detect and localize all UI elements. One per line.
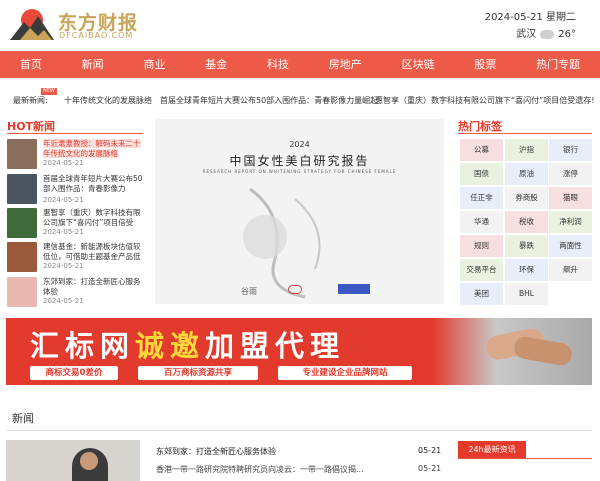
main-nav: 首页 新闻 商业 基金 科技 房地产 区块链 股票 热门专题 <box>0 51 600 78</box>
hot-tag[interactable]: 暴跌 <box>505 235 548 257</box>
hot-tag[interactable]: 沪指 <box>505 139 548 161</box>
nav-hot-topics[interactable]: 热门专题 <box>516 51 600 78</box>
hot-tag[interactable]: BHL <box>505 283 548 305</box>
hot-tag[interactable]: 原油 <box>505 163 548 185</box>
hot-news-thumbnail <box>7 208 37 238</box>
hot-tag[interactable]: 两面性 <box>549 235 592 257</box>
hot-tag[interactable]: 交易平台 <box>460 259 503 281</box>
logo-subtitle: DFCAIBAO.COM <box>59 31 134 40</box>
hot-tag[interactable]: 净利润 <box>549 211 592 233</box>
ticker-item[interactable]: 首届全球青年短片大赛公布50部入围作品：青春影像力量崛起 <box>160 95 378 106</box>
brand-seal-icon <box>288 285 302 294</box>
nav-tech[interactable]: 科技 <box>247 51 309 78</box>
news-thumbnail[interactable] <box>6 440 140 481</box>
site-header: 东方财报 DFCAIBAO.COM 2024-05-21 星期二 武汉 26° <box>0 0 600 50</box>
handshake-image <box>432 318 592 385</box>
hot-news-heading: HOT新闻 <box>7 120 56 133</box>
ticker-item[interactable]: 惠智享（重庆）数字科技有限公司旗下“喜闪付”项目倍受遗存! <box>375 95 595 106</box>
nav-business[interactable]: 商业 <box>124 51 186 78</box>
divider <box>6 430 592 431</box>
report-brand: 谷雨 <box>241 287 257 296</box>
site-logo[interactable]: 东方财报 DFCAIBAO.COM <box>8 4 138 44</box>
hot-tag[interactable]: 银行 <box>549 139 592 161</box>
hot-news-date: 2024-05-21 <box>43 262 84 270</box>
hot-news-thumbnail <box>7 277 37 307</box>
hot-tag[interactable]: 猫眼 <box>549 187 592 209</box>
ad-feature-pill: 专业建设企业品牌网站 <box>278 366 412 380</box>
news-date: 05-21 <box>418 464 442 473</box>
hand-icon <box>512 335 574 367</box>
ad-feature-pill: 商标交易0差价 <box>30 366 118 380</box>
weather-temperature: 26° <box>558 29 576 40</box>
hot-tag[interactable]: 美团 <box>460 283 503 305</box>
ticker-item[interactable]: 十年传统文化的发展脉络 <box>64 95 152 106</box>
person-face <box>80 452 98 470</box>
latest-news-tab[interactable]: 24h最新资讯 <box>458 441 526 458</box>
hot-tag[interactable]: 飙升 <box>549 259 592 281</box>
nav-realestate[interactable]: 房地产 <box>309 51 382 78</box>
divider <box>458 133 592 134</box>
hot-news-date: 2024-05-21 <box>43 159 84 167</box>
ticker-new-badge: NEW <box>41 88 57 95</box>
weather-city: 武汉 <box>516 29 537 40</box>
current-date: 2024-05-21 星期二 <box>484 12 576 23</box>
hot-tags-heading: 热门标签 <box>458 120 502 133</box>
report-subtitle: RESEARCH REPORT ON WHITENING STRATEGY FO… <box>202 169 397 174</box>
news-list-item[interactable]: 香港一带一路研究院特聘研究员向凌云：一带一路倡议揭... <box>156 464 364 475</box>
news-ticker: 最新新闻: NEW 十年传统文化的发展脉络 首届全球青年短片大赛公布50部入围作… <box>0 88 600 110</box>
hot-tag[interactable]: 环保 <box>505 259 548 281</box>
divider <box>7 133 143 134</box>
featured-report-image[interactable]: 2024 中国女性美白研究报告 RESEARCH REPORT ON WHITE… <box>155 119 444 304</box>
partner-logo-icon <box>338 284 370 294</box>
hot-tag[interactable]: 任正非 <box>460 187 503 209</box>
hot-tag[interactable]: 国债 <box>460 163 503 185</box>
nav-blockchain[interactable]: 区块链 <box>382 51 455 78</box>
hot-news-item[interactable]: 东郊到家：打造全新匠心服务体验 2024-05-21 <box>7 275 143 319</box>
hot-news-text: 建信基金：新能源板块估值较低位，可借助主题基金产品低 <box>43 242 141 261</box>
ticker-label: 最新新闻: <box>13 96 48 105</box>
hot-tag[interactable]: 华通 <box>460 211 503 233</box>
nav-fund[interactable]: 基金 <box>185 51 247 78</box>
hot-news-text: 东郊到家：打造全新匠心服务体验 <box>43 277 141 296</box>
nav-home[interactable]: 首页 <box>0 51 62 78</box>
news-section-heading: 新闻 <box>12 412 34 425</box>
mountain-sun-logo-icon <box>10 9 54 40</box>
hot-news-date: 2024-05-21 <box>43 196 84 204</box>
weather-widget: 武汉 26° <box>516 25 576 40</box>
report-year: 2024 <box>289 140 310 149</box>
cloud-icon <box>540 29 555 39</box>
hot-tag[interactable]: 公募 <box>460 139 503 161</box>
ad-banner[interactable]: 汇标网诚邀加盟代理 商标交易0差价 百万商标资源共享 专业建设企业品牌网站 <box>6 318 592 385</box>
ad-feature-pill: 百万商标资源共享 <box>138 366 258 380</box>
ad-banner-title: 汇标网诚邀加盟代理 <box>30 329 346 363</box>
hot-tag[interactable]: 税收 <box>505 211 548 233</box>
latest-news-panel: 24h最新资讯 <box>458 441 592 459</box>
hot-news-thumbnail <box>7 139 37 169</box>
hot-news-date: 2024-05-21 <box>43 297 84 305</box>
hot-news-text: 首届全球青年短片大赛公布50部入围作品：青春影像力 <box>43 174 143 193</box>
news-list-item[interactable]: 东郊到家：打造全新匠心服务体验 <box>156 446 276 457</box>
hot-tag[interactable]: 涨停 <box>549 163 592 185</box>
hot-news-text: 年近耄耋教授：解码未来二十年传统文化的发展脉络 <box>43 139 141 158</box>
hot-news-date: 2024-05-21 <box>43 228 84 236</box>
hot-tag[interactable]: 券商股 <box>505 187 548 209</box>
hot-news-thumbnail <box>7 242 37 272</box>
news-date: 05-21 <box>418 446 442 455</box>
report-title: 中国女性美白研究报告 <box>229 154 370 168</box>
hot-news-text: 惠智享（重庆）数字科技有限公司旗下“喜闪付”项目倍受 <box>43 208 141 227</box>
hot-tag[interactable]: 规则 <box>460 235 503 257</box>
nav-stocks[interactable]: 股票 <box>454 51 516 78</box>
nav-news[interactable]: 新闻 <box>62 51 124 78</box>
hot-news-thumbnail <box>7 174 37 204</box>
